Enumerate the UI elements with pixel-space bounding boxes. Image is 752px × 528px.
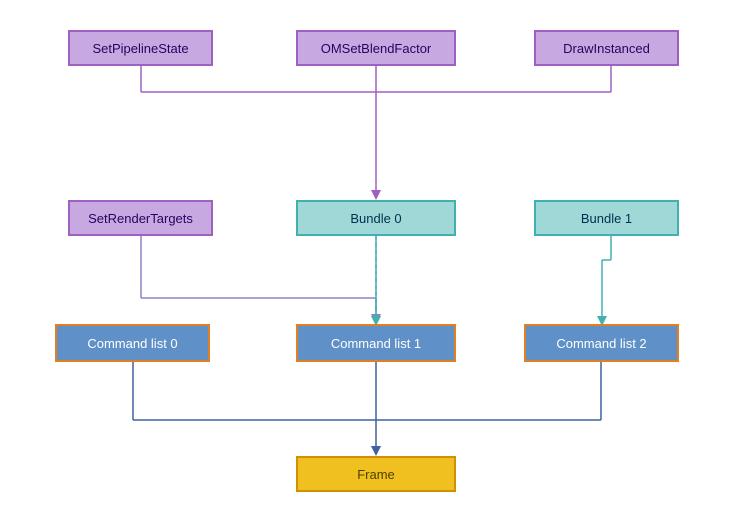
bundle-0-node: Bundle 0 [296,200,456,236]
command-list-1-node: Command list 1 [296,324,456,362]
command-list-0-node: Command list 0 [55,324,210,362]
arrows-svg [0,0,752,528]
set-pipeline-state-node: SetPipelineState [68,30,213,66]
bundle-1-node: Bundle 1 [534,200,679,236]
om-set-blend-factor-node: OMSetBlendFactor [296,30,456,66]
frame-node: Frame [296,456,456,492]
diagram-container: SetPipelineState OMSetBlendFactor DrawIn… [0,0,752,528]
set-render-targets-node: SetRenderTargets [68,200,213,236]
command-list-2-node: Command list 2 [524,324,679,362]
draw-instanced-node: DrawInstanced [534,30,679,66]
